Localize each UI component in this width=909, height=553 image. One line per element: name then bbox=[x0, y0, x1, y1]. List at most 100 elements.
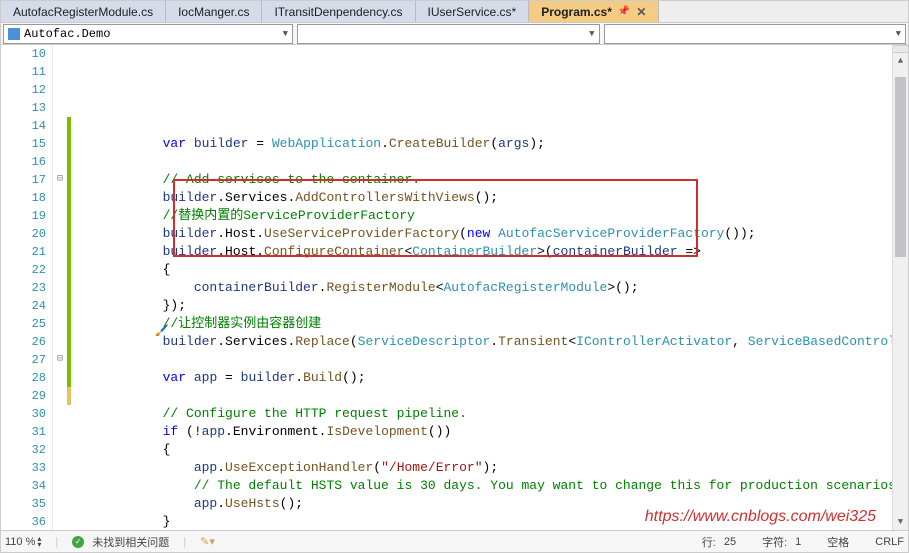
fold-toggle bbox=[53, 297, 67, 315]
code-line[interactable] bbox=[67, 351, 892, 369]
tab-bar: AutofacRegisterModule.csIocManger.csITra… bbox=[1, 1, 908, 23]
code-line[interactable]: //让控制器实例由容器创建 bbox=[67, 315, 892, 333]
line-number: 10 bbox=[1, 45, 46, 63]
line-number: 32 bbox=[1, 441, 46, 459]
scope-text: Autofac.Demo bbox=[24, 27, 110, 41]
code-line[interactable]: app.UseExceptionHandler("/Home/Error"); bbox=[67, 459, 892, 477]
line-number: 29 bbox=[1, 387, 46, 405]
file-tab[interactable]: IocManger.cs bbox=[166, 1, 262, 22]
code-line[interactable]: builder.Host.UseServiceProviderFactory(n… bbox=[67, 225, 892, 243]
code-line[interactable]: }); bbox=[67, 297, 892, 315]
line-number: 34 bbox=[1, 477, 46, 495]
file-tab[interactable]: Program.cs*📌✕ bbox=[529, 1, 659, 22]
scroll-down-icon[interactable]: ▼ bbox=[893, 514, 908, 530]
line-number-gutter: 1011121314151617181920212223242526272829… bbox=[1, 45, 53, 530]
vertical-scrollbar[interactable]: ▲ ▼ bbox=[892, 45, 908, 530]
fold-toggle bbox=[53, 315, 67, 333]
line-number: 14 bbox=[1, 117, 46, 135]
code-line[interactable]: var builder = WebApplication.CreateBuild… bbox=[67, 135, 892, 153]
scroll-thumb[interactable] bbox=[895, 77, 906, 257]
scroll-track[interactable] bbox=[893, 69, 908, 514]
file-tab[interactable]: IUserService.cs* bbox=[416, 1, 530, 22]
file-tab[interactable]: ITransitDenpendency.cs bbox=[262, 1, 415, 22]
line-number: 24 bbox=[1, 297, 46, 315]
change-indicator bbox=[67, 189, 71, 207]
fold-toggle bbox=[53, 243, 67, 261]
chevron-down-icon: ▼ bbox=[283, 29, 288, 39]
code-line[interactable]: // The default HSTS value is 30 days. Yo… bbox=[67, 477, 892, 495]
line-number: 26 bbox=[1, 333, 46, 351]
ok-status-icon: ✓ bbox=[72, 536, 84, 548]
code-line[interactable]: { bbox=[67, 441, 892, 459]
code-line[interactable]: builder.Services.Replace(ServiceDescript… bbox=[67, 333, 892, 351]
line-number: 25 bbox=[1, 315, 46, 333]
fold-gutter: ⊟⊟ bbox=[53, 45, 67, 530]
line-number: 12 bbox=[1, 81, 46, 99]
code-surface[interactable]: 🖌️ var builder = WebApplication.CreateBu… bbox=[67, 45, 892, 530]
code-line[interactable]: { bbox=[67, 261, 892, 279]
col-value[interactable]: 1 bbox=[795, 536, 801, 548]
issues-text[interactable]: 未找到相关问题 bbox=[92, 534, 169, 550]
code-line[interactable] bbox=[67, 117, 892, 135]
line-number: 35 bbox=[1, 495, 46, 513]
fold-toggle bbox=[53, 135, 67, 153]
editor-area: 1011121314151617181920212223242526272829… bbox=[1, 45, 908, 530]
line-number: 19 bbox=[1, 207, 46, 225]
fold-toggle bbox=[53, 63, 67, 81]
chevron-down-icon: ▼ bbox=[896, 29, 901, 39]
change-indicator bbox=[67, 171, 71, 189]
fold-toggle[interactable]: ⊟ bbox=[53, 351, 67, 369]
change-indicator bbox=[67, 153, 71, 171]
change-indicator bbox=[67, 243, 71, 261]
type-dropdown[interactable]: ▼ bbox=[297, 24, 600, 44]
line-number: 28 bbox=[1, 369, 46, 387]
code-line[interactable]: containerBuilder.RegisterModule<AutofacR… bbox=[67, 279, 892, 297]
change-indicator bbox=[67, 387, 71, 405]
fold-toggle bbox=[53, 405, 67, 423]
fold-toggle bbox=[53, 459, 67, 477]
zoom-value: 110 % bbox=[5, 536, 35, 548]
indent-label[interactable]: 空格 bbox=[827, 534, 849, 550]
close-icon[interactable]: ✕ bbox=[636, 5, 646, 19]
line-label: 行: bbox=[702, 534, 716, 550]
separator: | bbox=[49, 536, 64, 548]
separator: | bbox=[177, 536, 192, 548]
line-value[interactable]: 25 bbox=[724, 536, 736, 548]
chevron-down-icon: ▼ bbox=[589, 29, 594, 39]
zoom-control[interactable]: 110 % ▴▾ bbox=[5, 536, 41, 548]
code-line[interactable]: var app = builder.Build(); bbox=[67, 369, 892, 387]
pin-icon[interactable]: 📌 bbox=[618, 6, 630, 17]
change-indicator bbox=[67, 315, 71, 333]
member-dropdown[interactable]: ▼ bbox=[604, 24, 907, 44]
split-handle[interactable] bbox=[893, 45, 908, 53]
line-number: 22 bbox=[1, 261, 46, 279]
zoom-spinner-icon[interactable]: ▴▾ bbox=[37, 536, 41, 548]
fold-toggle bbox=[53, 45, 67, 63]
change-indicator bbox=[67, 225, 71, 243]
file-tab[interactable]: AutofacRegisterModule.cs bbox=[1, 1, 166, 22]
scroll-up-icon[interactable]: ▲ bbox=[893, 53, 908, 69]
fold-toggle bbox=[53, 189, 67, 207]
line-ending[interactable]: CRLF bbox=[875, 536, 904, 548]
fold-toggle bbox=[53, 441, 67, 459]
line-number: 13 bbox=[1, 99, 46, 117]
fold-toggle bbox=[53, 333, 67, 351]
code-line[interactable]: builder.Services.AddControllersWithViews… bbox=[67, 189, 892, 207]
code-line[interactable]: // Configure the HTTP request pipeline. bbox=[67, 405, 892, 423]
code-line[interactable] bbox=[67, 153, 892, 171]
code-line[interactable]: // Add services to the container. bbox=[67, 171, 892, 189]
fold-toggle bbox=[53, 153, 67, 171]
fold-toggle[interactable]: ⊟ bbox=[53, 171, 67, 189]
fold-toggle bbox=[53, 369, 67, 387]
fold-toggle bbox=[53, 279, 67, 297]
code-line[interactable]: } bbox=[67, 513, 892, 530]
code-line[interactable]: app.UseHsts(); bbox=[67, 495, 892, 513]
change-indicator bbox=[67, 117, 71, 135]
code-line[interactable]: if (!app.Environment.IsDevelopment()) bbox=[67, 423, 892, 441]
line-number: 27 bbox=[1, 351, 46, 369]
code-line[interactable]: builder.Host.ConfigureContainer<Containe… bbox=[67, 243, 892, 261]
code-line[interactable]: //替换内置的ServiceProviderFactory bbox=[67, 207, 892, 225]
screwdriver-icon[interactable]: ✎▾ bbox=[200, 535, 215, 548]
scope-dropdown[interactable]: Autofac.Demo ▼ bbox=[3, 24, 293, 44]
code-line[interactable] bbox=[67, 387, 892, 405]
